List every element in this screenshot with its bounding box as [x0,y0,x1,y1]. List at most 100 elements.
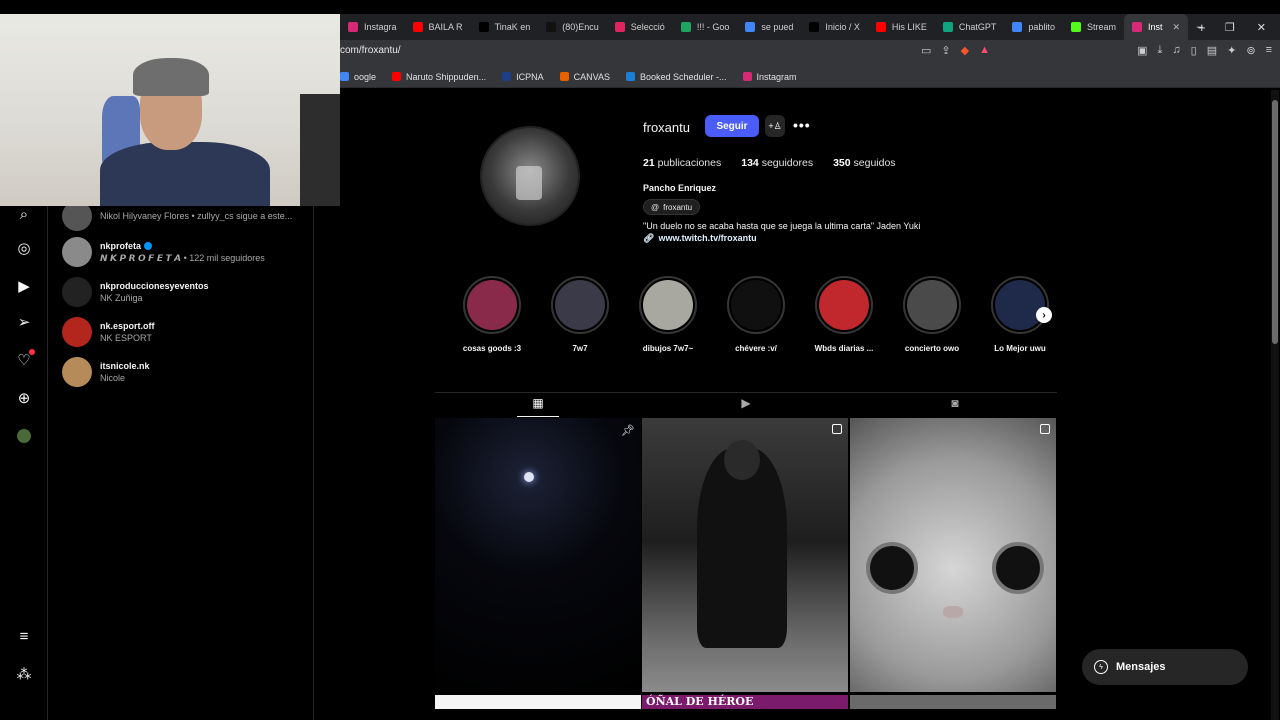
search-icon[interactable]: ⌕ [14,204,34,224]
browser-tab[interactable]: Inst ✕ [1123,14,1189,40]
profile-link[interactable]: 🔗︎ www.twitch.tv/froxantu [643,233,757,244]
threads-icon[interactable]: ⁂ [14,664,34,684]
followers-stat[interactable]: 134 seguidores [741,157,813,169]
tab-label: BAILA R [428,22,463,32]
bookmark-item[interactable]: ICPNA [502,72,544,82]
tab-label: Inst [1147,22,1163,32]
install-app-icon[interactable]: ▭ [921,44,931,57]
post-image-cat-nose [943,606,963,618]
bookmark-item[interactable]: Booked Scheduler -... [625,72,727,82]
highlight-item[interactable]: concierto owo [900,276,964,353]
restore-icon[interactable]: ❐ [1225,21,1235,34]
suggested-users-button[interactable]: +♙ [765,115,785,137]
leo-ai-icon[interactable]: ✦ [1227,44,1236,57]
panel-icon[interactable]: ▯ [1191,44,1197,57]
browser-tab[interactable]: His LIKE [868,14,935,40]
chevron-right-icon[interactable]: › [1036,307,1052,323]
vpn-icon[interactable]: ⊚ [1246,44,1255,57]
messages-button[interactable]: ϟ Mensajes [1082,649,1248,685]
browser-tab[interactable]: pablito [1004,14,1063,40]
brave-rewards-icon[interactable]: ▲ [979,44,990,57]
browser-tab[interactable]: se pued [737,14,801,40]
bookmark-favicon-icon [742,72,752,81]
post-tile[interactable] [850,418,1056,692]
bookmark-favicon-icon [392,72,402,81]
url-field[interactable]: com/froxantu/ [340,45,401,56]
tab-label: Inicio / X [825,22,860,32]
bookmark-item[interactable]: CANVAS [559,72,610,82]
profile-picture[interactable] [480,126,580,226]
following-stat[interactable]: 350 seguidos [833,157,895,169]
browser-tab[interactable]: (80)Encu [538,14,607,40]
close-window-icon[interactable]: ✕ [1257,21,1266,34]
close-tab-icon[interactable]: ✕ [1172,22,1180,33]
result-subtitle: NK Zuñiga [100,293,143,303]
wallet-icon[interactable]: ▤ [1207,44,1217,57]
bookmark-item[interactable]: Instagram [742,72,797,82]
paper-plane-icon[interactable]: ➢ [14,312,34,332]
highlight-item[interactable]: chévere :v/ [724,276,788,353]
messenger-icon: ϟ [1094,660,1108,674]
sidebar-icon[interactable]: ▣ [1137,44,1147,57]
highlight-item[interactable]: dibujos 7w7~ [636,276,700,353]
minimize-icon[interactable]: – [1197,21,1203,33]
avatar [62,277,92,307]
search-result-item[interactable]: nkprofeta 𝙉 𝙆 𝙋 𝙍 𝙊 𝙁 𝙀 𝙏 𝘼 • 122 mil seg… [62,234,312,270]
browser-tab[interactable]: !!! - Goo [673,14,738,40]
tab-favicon-icon [1070,22,1081,32]
plus-icon[interactable]: ⊕ [14,388,34,408]
browser-tab[interactable]: Selecció [607,14,673,40]
bookmark-item[interactable]: Naruto Shippuden... [392,72,486,82]
browser-tab[interactable]: Instagra [340,14,405,40]
highlight-cover [815,276,873,334]
heart-icon[interactable]: ♡ [14,349,35,370]
highlight-cover [463,276,521,334]
brave-shield-icon[interactable]: ◆ [961,44,969,57]
post-tile[interactable]: ÓÑAL DE HÉROE [642,695,848,709]
share-icon[interactable]: ⇪ [941,44,950,57]
bookmark-favicon-icon [625,72,635,81]
tab-label: Stream [1086,22,1116,32]
compass-icon[interactable]: ◎ [14,238,34,258]
post-tile[interactable] [435,695,641,709]
highlight-item[interactable]: Wbds diarias ... [812,276,876,353]
webcam-background [300,94,340,206]
browser-tab[interactable]: Stream [1063,14,1124,40]
browser-tab[interactable]: TinaK en [471,14,539,40]
webcam-person-cap [133,58,209,96]
tab-favicon-icon [348,22,358,32]
tagged-icon[interactable]: ◙ [947,395,963,411]
address-actions: ▭ ⇪ ◆ ▲ [921,44,990,57]
search-result-item[interactable]: nk.esport.off NK ESPORT [62,314,312,350]
menu-icon[interactable]: ≡ [1266,44,1272,57]
tab-favicon-icon [809,22,820,32]
search-result-item[interactable]: itsnicole.nk Nicole [62,354,312,390]
tab-favicon-icon [478,22,489,32]
reels-tab-icon[interactable]: ▶ [738,395,754,411]
follow-button[interactable]: Seguir [705,115,759,137]
scrollbar-thumb[interactable] [1272,100,1278,344]
bookmark-item[interactable]: oogle [340,72,376,82]
highlight-item[interactable]: 7w7 [548,276,612,353]
more-options-icon[interactable]: ••• [793,117,811,133]
result-username: itsnicole.nk [100,361,150,371]
reels-icon[interactable]: ▶ [14,276,34,296]
media-icon[interactable]: ♫ [1172,44,1180,57]
profile-avatar[interactable] [14,426,34,446]
threads-badge[interactable]: @ froxantu [643,199,701,215]
browser-tab[interactable]: ChatGPT [935,14,1005,40]
browser-tab[interactable]: BAILA R [405,14,471,40]
grid-icon[interactable]: ▦ [530,395,546,411]
highlight-cover [903,276,961,334]
notification-dot [29,349,35,355]
hamburger-icon[interactable]: ≡ [14,626,34,646]
browser-tab[interactable]: Inicio / X [801,14,868,40]
highlight-item[interactable]: cosas goods :3 [460,276,524,353]
search-result-item[interactable]: nkproduccionesyeventos NK Zuñiga [62,274,312,310]
download-icon[interactable]: ⤓ [1158,44,1163,57]
tab-label: se pued [761,22,794,32]
post-tile[interactable] [642,418,848,692]
post-tile[interactable]: 📌︎ [435,418,641,692]
result-username: nk.esport.off [100,321,155,331]
post-tile[interactable] [850,695,1056,709]
